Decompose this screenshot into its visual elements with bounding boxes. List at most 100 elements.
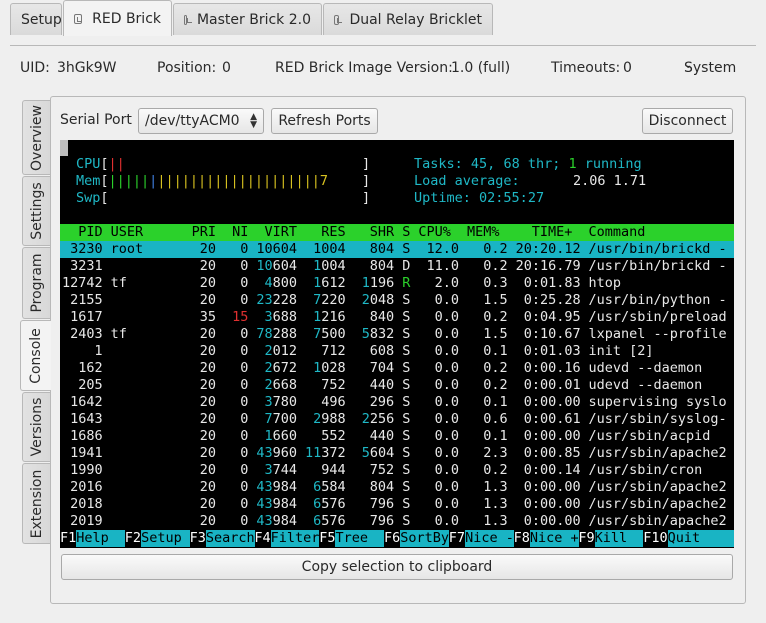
- terminal-console[interactable]: CPU[|| ] Mem[||||||||||||||||||||||||||7…: [60, 140, 734, 548]
- function-key-f7[interactable]: F7Nice -: [449, 530, 514, 547]
- process-cell-cmd: /usr/bin/python -: [588, 292, 727, 308]
- side-tab-overview[interactable]: Overview: [22, 100, 50, 175]
- process-cell-mem: 0.6: [483, 411, 508, 427]
- device-info-bar: UID: 3hGk9W Position: 0 RED Brick Image …: [0, 60, 766, 80]
- process-cell-shr: 1196: [361, 275, 395, 291]
- process-cell-s: S: [402, 479, 411, 495]
- process-cell-ni: 0: [240, 241, 249, 257]
- process-cell-cmd: udevd --daemon: [588, 377, 703, 393]
- process-cell-pid: 2018: [70, 496, 103, 512]
- process-row[interactable]: 205 20 0 2668 752 440 S 0.0 0.2 0:00.01 udevd --da…: [60, 377, 734, 394]
- process-row[interactable]: 2016 20 0 43984 6584 804 S 0.0 1.3 0:00.00/usr/sb…: [60, 479, 734, 496]
- process-row[interactable]: 1617 35 15 3688 1216 840 S 0.0 0.2 0:04.95/usr/sb…: [60, 309, 734, 326]
- process-cell-res: 7500: [313, 326, 346, 342]
- disconnect-button[interactable]: Disconnect: [642, 108, 733, 134]
- process-row[interactable]: 2403 tf 20 0 78288 7500 5832 S 0.0 1.5 0:10.67 lxpa…: [60, 326, 734, 343]
- process-cell-mem: 0.2: [483, 258, 508, 274]
- refresh-ports-button[interactable]: Refresh Ports: [271, 108, 378, 134]
- column-header[interactable]: SHR: [370, 224, 394, 241]
- meter-bracket: ]: [362, 190, 371, 206]
- uid-value: 3hGk9W: [57, 60, 117, 76]
- process-cell-time: 0:00.00: [523, 513, 581, 529]
- process-cell-mem: 0.2: [483, 309, 508, 325]
- column-header[interactable]: S: [402, 224, 410, 241]
- process-cell-cpu: 0.0: [434, 496, 459, 512]
- function-key-f6[interactable]: F6SortBy: [384, 530, 450, 547]
- column-header[interactable]: RES: [321, 224, 345, 241]
- process-row[interactable]: 1990 20 0 3744 944 752 S 0.0 0.2 0:00.14/usr/sbin…: [60, 462, 734, 479]
- meter-bracket: [: [100, 190, 109, 206]
- process-row[interactable]: 12742 tf 20 0 4800 1612 1196 R 2.0 0.3 0:01.83 htop: [60, 275, 734, 292]
- serial-port-select[interactable]: /dev/ttyACM0 ▲ ▼: [138, 108, 264, 134]
- process-row[interactable]: 1642 20 0 3780 496 296 S 0.0 0.1 0:00.00 supervisi…: [60, 394, 734, 411]
- process-cell-cmd: lxpanel --profile: [588, 326, 727, 342]
- column-header[interactable]: NI: [232, 224, 248, 241]
- process-cell-virt: 43984: [256, 496, 298, 512]
- tab-master-brick[interactable]: Master Brick 2.0: [173, 3, 322, 35]
- side-tab-console[interactable]: Console: [20, 320, 51, 391]
- column-header[interactable]: VIRT: [265, 224, 298, 241]
- function-key-f10[interactable]: F10Quit: [643, 530, 709, 547]
- column-header[interactable]: TIME+: [532, 224, 573, 241]
- process-cell-pri: 20: [199, 496, 216, 512]
- process-cell-res: 1216: [313, 309, 346, 325]
- process-row[interactable]: 2155 20 0 23228 7220 2048 S 0.0 1.5 0:25.28/usr/b…: [60, 292, 734, 309]
- process-cell-pri: 20: [199, 428, 216, 444]
- process-cell-ni: 0: [240, 462, 249, 478]
- function-key-f1[interactable]: F1Help: [60, 530, 126, 547]
- side-tab-settings[interactable]: Settings: [22, 176, 50, 246]
- updown-icon: ▲ ▼: [250, 112, 257, 130]
- tab-label: Setup: [21, 11, 62, 28]
- position-value: 0: [222, 60, 231, 76]
- side-tab-versions[interactable]: Versions: [22, 392, 50, 462]
- process-cell-pid: 1686: [70, 428, 103, 444]
- tab-label: RED Brick: [92, 10, 161, 27]
- function-key-f9[interactable]: F9Kill: [578, 530, 644, 547]
- brick-icon: [184, 14, 192, 25]
- cpu-bars: ||: [108, 156, 125, 172]
- process-row[interactable]: 2018 20 0 43984 6576 796 S 0.0 1.3 0:00.00/usr/sb…: [60, 496, 734, 513]
- process-cell-res: 1004: [313, 241, 346, 257]
- tab-dual-relay-bricklet[interactable]: Dual Relay Bricklet: [323, 3, 493, 35]
- process-cell-res: 6584: [313, 479, 346, 495]
- process-row[interactable]: 162 20 0 2672 1028 704 S 0.0 0.2 0:00.16 udevd --d…: [60, 360, 734, 377]
- function-key-f3[interactable]: F3Search: [190, 530, 255, 547]
- process-cell-cmd: /usr/sbin/acpid: [588, 428, 711, 444]
- process-cell-virt: 3688: [264, 309, 298, 325]
- process-row[interactable]: 1686 20 0 1660 552 440 S 0.0 0.1 0:00.00/usr/sbin…: [60, 428, 734, 445]
- process-cell-ni: 0: [240, 377, 249, 393]
- process-row[interactable]: 1 20 0 2012 712 608 S 0.0 0.1 0:01.03 init [2]: [60, 343, 734, 360]
- column-header[interactable]: USER: [111, 224, 144, 241]
- function-key-f5[interactable]: F5Tree: [319, 530, 385, 547]
- tab-setup[interactable]: Setup: [10, 3, 62, 35]
- process-cell-pid: 1643: [70, 411, 103, 427]
- process-row[interactable]: 3230 root 20 0 10604 1004 804 S 12.0 0.2 20:20.12 /…: [60, 241, 734, 258]
- running-value: 1: [568, 156, 577, 172]
- process-row[interactable]: 1941 20 0 43960 11372 5604 S 0.0 2.3 0:00.85/usr/…: [60, 445, 734, 462]
- process-cell-mem: 1.3: [483, 496, 508, 512]
- function-key-f2[interactable]: F2Setup: [125, 530, 190, 547]
- side-tab-extension[interactable]: Extension: [22, 463, 50, 544]
- tab-red-brick[interactable]: RED Brick: [63, 0, 172, 36]
- process-row[interactable]: 1643 20 0 7700 2988 2256 S 0.0 0.6 0:00.61/usr/sb…: [60, 411, 734, 428]
- function-key-f4[interactable]: F4Filter: [254, 530, 320, 547]
- process-row[interactable]: 3231 20 0 10604 1004 804 D 11.0 0.2 20:16.79/usr/…: [60, 258, 734, 275]
- column-header[interactable]: Command: [589, 224, 646, 241]
- process-row[interactable]: 2019 20 0 43984 6576 796 S 0.0 1.3 0:00.00/usr/sb…: [60, 513, 734, 530]
- process-cell-ni: 0: [240, 275, 249, 291]
- side-tab-program[interactable]: Program: [22, 247, 50, 319]
- meter-bracket: [: [100, 173, 109, 189]
- process-cell-virt: 2672: [264, 360, 298, 376]
- process-cell-time: 0:01.83: [523, 275, 581, 291]
- column-header[interactable]: MEM%: [467, 224, 500, 241]
- process-table-header[interactable]: PID USER PRI NI VIRT RES SHR S CPU% MEM% TIME+ Comm…: [60, 224, 734, 241]
- function-key-f8[interactable]: F8Nice +: [514, 530, 579, 547]
- meter-bracket: ]: [362, 156, 371, 172]
- column-header[interactable]: PID: [78, 224, 102, 241]
- process-cell-cpu: 0.0: [434, 479, 459, 495]
- copy-selection-button[interactable]: Copy selection to clipboard: [61, 554, 733, 580]
- column-header[interactable]: PRI: [192, 224, 216, 241]
- column-header[interactable]: CPU%: [418, 224, 451, 241]
- process-cell-time: 0:04.95: [523, 309, 581, 325]
- timeouts-label: Timeouts:: [551, 60, 621, 76]
